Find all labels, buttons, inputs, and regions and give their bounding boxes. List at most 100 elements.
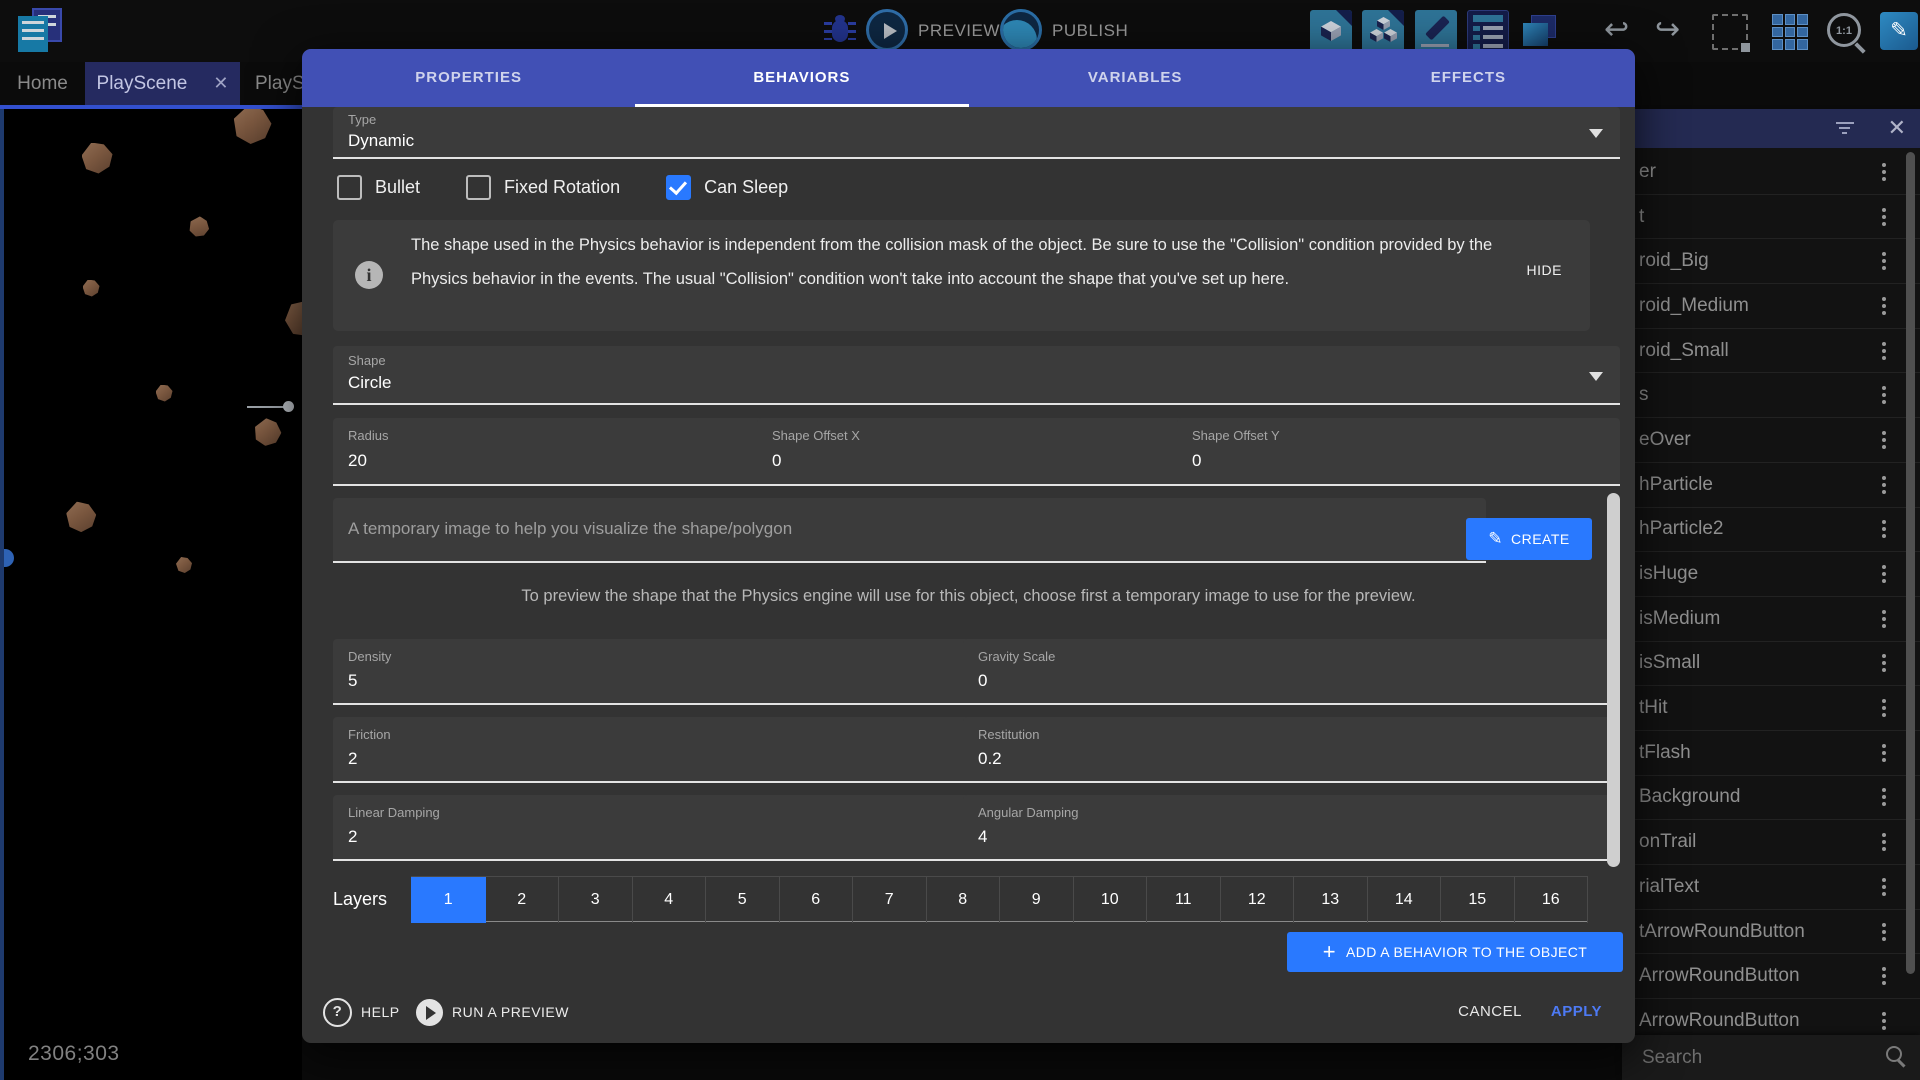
object-list-item[interactable]: er xyxy=(1622,150,1920,195)
events-sheet-icon[interactable] xyxy=(1467,10,1509,52)
field-density[interactable]: Density 5 xyxy=(333,639,986,705)
run-preview-button[interactable]: RUN A PREVIEW xyxy=(416,990,569,1034)
temp-image-field[interactable]: A temporary image to help you visualize … xyxy=(333,498,1486,563)
object-list-item[interactable]: isHuge xyxy=(1622,552,1920,597)
scene-canvas[interactable]: 2306;303 xyxy=(0,109,302,1080)
object-list-item[interactable]: roid_Big xyxy=(1622,239,1920,284)
item-menu-icon[interactable] xyxy=(1882,565,1886,583)
preview-play-icon[interactable] xyxy=(866,9,908,51)
object-list-item[interactable]: roid_Small xyxy=(1622,329,1920,374)
field-radius[interactable]: Radius 20 xyxy=(333,418,780,486)
asteroid-sprite[interactable] xyxy=(82,143,113,174)
asteroid-sprite[interactable] xyxy=(83,280,100,297)
grid-icon[interactable] xyxy=(1772,14,1808,50)
layers-panel-icon[interactable] xyxy=(1519,10,1561,52)
item-menu-icon[interactable] xyxy=(1882,476,1886,494)
item-menu-icon[interactable] xyxy=(1882,431,1886,449)
object-list-item[interactable]: Background xyxy=(1622,776,1920,821)
asteroid-sprite[interactable] xyxy=(230,109,274,147)
object-list-item[interactable]: tArrowRoundButton xyxy=(1622,910,1920,955)
create-button[interactable]: ✎ CREATE xyxy=(1466,518,1592,560)
checkbox-unchecked-icon[interactable] xyxy=(337,175,362,200)
checkbox-unchecked-icon[interactable] xyxy=(466,175,491,200)
dialog-tab-behaviors[interactable]: BEHAVIORS xyxy=(635,49,968,107)
object-list-item[interactable]: isMedium xyxy=(1622,597,1920,642)
item-menu-icon[interactable] xyxy=(1882,342,1886,360)
item-menu-icon[interactable] xyxy=(1882,923,1886,941)
layer-cell-11[interactable]: 11 xyxy=(1147,877,1221,923)
object-list-item[interactable]: tFlash xyxy=(1622,731,1920,776)
item-menu-icon[interactable] xyxy=(1882,163,1886,181)
panel-close-icon[interactable]: ✕ xyxy=(1888,115,1906,141)
filter-icon[interactable] xyxy=(1836,122,1854,136)
item-menu-icon[interactable] xyxy=(1882,520,1886,538)
field-gravity-scale[interactable]: Gravity Scale 0 xyxy=(963,639,1620,705)
layer-cell-15[interactable]: 15 xyxy=(1441,877,1515,923)
field-friction[interactable]: Friction 2 xyxy=(333,717,986,783)
search-input[interactable] xyxy=(1640,1041,1864,1075)
layer-cell-10[interactable]: 10 xyxy=(1074,877,1148,923)
item-menu-icon[interactable] xyxy=(1882,878,1886,896)
object-list-item[interactable]: roid_Medium xyxy=(1622,284,1920,329)
dialog-tab-effects[interactable]: EFFECTS xyxy=(1302,49,1635,107)
layer-cell-13[interactable]: 13 xyxy=(1294,877,1368,923)
scene-properties-icon[interactable]: ✎ xyxy=(1880,12,1918,50)
tab-home[interactable]: Home xyxy=(0,62,85,105)
layer-cell-1[interactable]: 1 xyxy=(411,877,486,923)
item-menu-icon[interactable] xyxy=(1882,1012,1886,1030)
objects-groups-icon[interactable] xyxy=(1362,10,1404,52)
asteroid-sprite[interactable] xyxy=(65,501,98,534)
dialog-tab-properties[interactable]: PROPERTIES xyxy=(302,49,635,107)
layer-cell-16[interactable]: 16 xyxy=(1515,877,1589,923)
redo-icon[interactable]: ↪ xyxy=(1655,12,1680,48)
object-list-item[interactable]: s xyxy=(1622,373,1920,418)
object-list-item[interactable]: isSmall xyxy=(1622,642,1920,687)
close-tab-icon[interactable]: ✕ xyxy=(213,73,228,93)
layer-cell-14[interactable]: 14 xyxy=(1368,877,1442,923)
item-menu-icon[interactable] xyxy=(1882,699,1886,717)
undo-icon[interactable]: ↩ xyxy=(1604,12,1629,48)
item-menu-icon[interactable] xyxy=(1882,610,1886,628)
asteroid-sprite[interactable] xyxy=(186,214,213,241)
field-angular-damping[interactable]: Angular Damping 4 xyxy=(963,795,1620,861)
layer-cell-7[interactable]: 7 xyxy=(853,877,927,923)
object-list-item[interactable]: hParticle2 xyxy=(1622,508,1920,553)
publish-globe-icon[interactable] xyxy=(1000,9,1042,51)
field-restitution[interactable]: Restitution 0.2 xyxy=(963,717,1620,783)
object-list-item[interactable]: ArrowRoundButton xyxy=(1622,999,1920,1036)
item-menu-icon[interactable] xyxy=(1882,386,1886,404)
item-menu-icon[interactable] xyxy=(1882,967,1886,985)
hide-button[interactable]: HIDE xyxy=(1527,262,1562,278)
checkbox-fixed-rotation[interactable]: Fixed Rotation xyxy=(466,175,620,200)
object-list-item[interactable]: t xyxy=(1622,195,1920,240)
project-manager-icon[interactable] xyxy=(18,8,66,56)
shape-select[interactable]: Shape Circle xyxy=(333,346,1620,405)
edit-scene-icon[interactable] xyxy=(1415,10,1457,52)
checkbox-bullet[interactable]: Bullet xyxy=(337,175,420,200)
object-list-item[interactable]: tHit xyxy=(1622,686,1920,731)
object-list-item[interactable]: onTrail xyxy=(1622,820,1920,865)
item-menu-icon[interactable] xyxy=(1882,654,1886,672)
object-list-item[interactable]: eOver xyxy=(1622,418,1920,463)
publish-button[interactable]: PUBLISH xyxy=(1052,10,1128,52)
asteroid-sprite[interactable] xyxy=(156,385,173,402)
add-behavior-button[interactable]: + ADD A BEHAVIOR TO THE OBJECT xyxy=(1287,932,1623,972)
layer-cell-4[interactable]: 4 xyxy=(633,877,707,923)
objects-list-icon[interactable] xyxy=(1310,10,1352,52)
layer-cell-6[interactable]: 6 xyxy=(780,877,854,923)
layer-cell-12[interactable]: 12 xyxy=(1221,877,1295,923)
selection-handle-dot[interactable] xyxy=(283,401,294,412)
item-menu-icon[interactable] xyxy=(1882,744,1886,762)
preview-button[interactable]: PREVIEW xyxy=(918,10,1000,52)
field-linear-damping[interactable]: Linear Damping 2 xyxy=(333,795,986,861)
dialog-scrollbar[interactable] xyxy=(1607,493,1620,867)
item-menu-icon[interactable] xyxy=(1882,297,1886,315)
layer-cell-8[interactable]: 8 xyxy=(927,877,1001,923)
field-shape-offset-x[interactable]: Shape Offset X 0 xyxy=(757,418,1198,486)
object-list-item[interactable]: rialText xyxy=(1622,865,1920,910)
layer-cell-9[interactable]: 9 xyxy=(1000,877,1074,923)
item-menu-icon[interactable] xyxy=(1882,788,1886,806)
item-menu-icon[interactable] xyxy=(1882,833,1886,851)
checkbox-can-sleep[interactable]: Can Sleep xyxy=(666,175,788,200)
apply-button[interactable]: APPLY xyxy=(1551,990,1602,1034)
